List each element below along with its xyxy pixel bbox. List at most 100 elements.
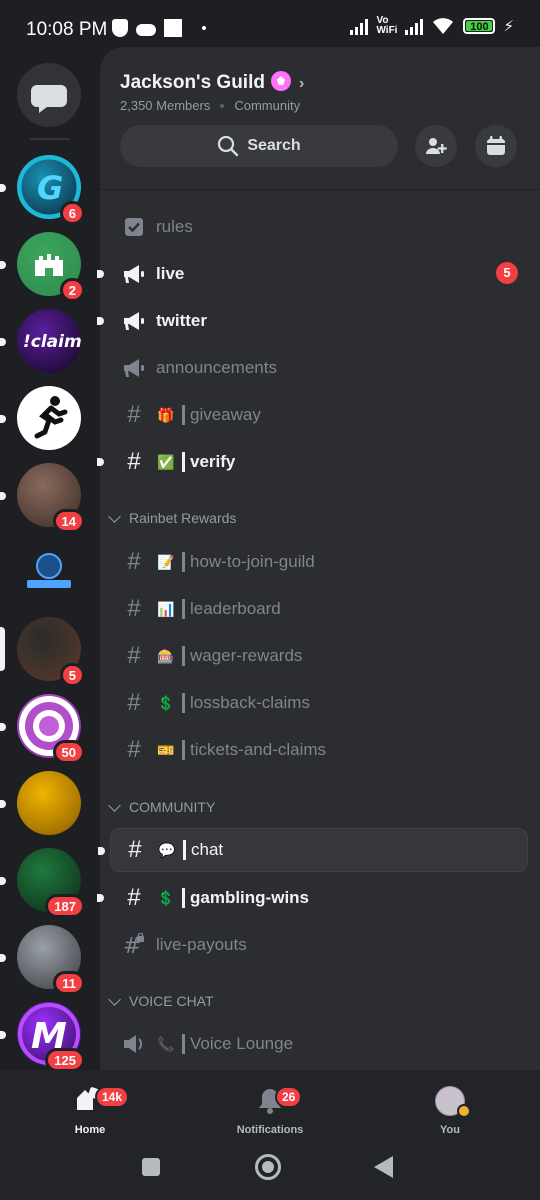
announcement-icon bbox=[122, 262, 146, 286]
tab-notifications[interactable]: 26 Notifications bbox=[210, 1084, 330, 1136]
server-icon-server-sunmeaw[interactable] bbox=[17, 540, 81, 604]
server-indicator-pill bbox=[0, 723, 6, 731]
tab-home[interactable]: 14k Home bbox=[30, 1084, 150, 1136]
slot-machine-emoji: 🎰 bbox=[157, 647, 175, 664]
channel-lossback-claims[interactable]: # 💲 lossback-claims bbox=[110, 681, 528, 725]
server-indicator-pill bbox=[0, 261, 6, 269]
category-rainbet-rewards[interactable]: Rainbet Rewards bbox=[100, 505, 540, 531]
server-icon-server-jackson[interactable]: 5 bbox=[0, 617, 85, 687]
recent-apps-button[interactable] bbox=[142, 1158, 160, 1176]
memo-emoji: 📝 bbox=[157, 553, 175, 570]
channel-live-payouts[interactable]: # live-payouts bbox=[110, 923, 528, 967]
hash-icon: # bbox=[127, 448, 141, 475]
chevron-down-icon bbox=[108, 992, 121, 1006]
ticket-emoji: 🎫 bbox=[157, 741, 175, 758]
guild-meta: 2,350 Members Community bbox=[120, 98, 300, 113]
channel-tickets-and-claims[interactable]: # 🎫 tickets-and-claims bbox=[110, 728, 528, 772]
channel-announcements[interactable]: announcements bbox=[110, 346, 528, 390]
server-icon-server-m[interactable]: M 125 bbox=[0, 1002, 85, 1072]
unread-indicator bbox=[97, 317, 104, 325]
server-icon-server-g[interactable]: G6 bbox=[0, 155, 85, 225]
bottom-navigation: 14k Home 26 Notifications You bbox=[0, 1070, 540, 1200]
speaker-icon bbox=[122, 1032, 146, 1056]
direct-messages-button[interactable] bbox=[17, 63, 81, 127]
vowifi-label: Vo WiFi bbox=[376, 15, 398, 36]
channel-chat[interactable]: # 💬 chat bbox=[98, 828, 528, 872]
guild-type: Community bbox=[234, 98, 301, 113]
announcement-icon bbox=[122, 356, 146, 380]
channel-rules[interactable]: rules bbox=[110, 205, 528, 249]
category-voice-chat[interactable]: VOICE CHAT bbox=[100, 988, 540, 1014]
search-icon bbox=[218, 135, 239, 157]
svg-text:G: G bbox=[37, 169, 63, 207]
server-indicator-pill bbox=[0, 800, 6, 808]
battery-icon: 100 bbox=[463, 18, 496, 34]
hash-icon: # bbox=[127, 548, 141, 575]
chevron-down-icon bbox=[108, 509, 121, 523]
category-community[interactable]: COMMUNITY bbox=[100, 794, 540, 820]
server-icon-server-green[interactable]: 187 bbox=[0, 848, 85, 918]
tab-notifications-label: Notifications bbox=[236, 1124, 304, 1136]
member-count: 2,350 Members bbox=[120, 98, 211, 113]
server-indicator-pill bbox=[0, 627, 5, 671]
tab-home-label: Home bbox=[74, 1124, 106, 1136]
channel-twitter[interactable]: twitter bbox=[97, 299, 528, 343]
server-icon-server-face[interactable]: 14 bbox=[0, 463, 85, 533]
hash-icon: # bbox=[127, 689, 141, 716]
home-badge: 14k bbox=[95, 1086, 130, 1108]
server-mention-badge: 2 bbox=[59, 278, 85, 302]
channel-wager-rewards[interactable]: # 🎰 wager-rewards bbox=[110, 634, 528, 678]
locked-hash-icon: # bbox=[122, 933, 146, 957]
chart-emoji: 📊 bbox=[157, 600, 175, 617]
system-home-button[interactable] bbox=[255, 1154, 281, 1180]
guild-header[interactable]: Jackson's Guild › bbox=[120, 71, 304, 94]
wifi-icon bbox=[433, 18, 454, 34]
notifications-badge: 26 bbox=[275, 1086, 303, 1108]
hash-icon: # bbox=[127, 595, 141, 622]
server-icon-server-ring[interactable]: 50 bbox=[0, 694, 85, 764]
hash-icon: # bbox=[127, 642, 141, 669]
charging-bolt-icon: ⚡ bbox=[503, 18, 514, 35]
server-indicator-pill bbox=[0, 184, 6, 192]
server-mention-badge: 5 bbox=[59, 663, 85, 687]
add-member-icon bbox=[426, 138, 447, 154]
hash-icon: # bbox=[127, 401, 141, 428]
guild-panel: Jackson's Guild › 2,350 Members Community… bbox=[97, 47, 540, 1070]
server-indicator-pill bbox=[0, 415, 6, 423]
hash-icon: # bbox=[127, 736, 141, 763]
hash-icon: # bbox=[128, 836, 142, 863]
server-icon-server-iclaim[interactable]: !claim bbox=[0, 309, 81, 373]
channel-live[interactable]: live 5 bbox=[97, 252, 528, 296]
server-rail: G 6 2 !claim 14 5 50 187 11 M 125 bbox=[0, 60, 100, 1072]
invite-members-button[interactable] bbox=[415, 125, 457, 167]
server-mention-badge: 125 bbox=[45, 1048, 85, 1072]
status-time: 10:08 PM bbox=[26, 19, 108, 40]
server-indicator-pill bbox=[0, 954, 6, 962]
search-button[interactable]: Search bbox=[120, 125, 398, 167]
phone-emoji: 📞 bbox=[157, 1035, 175, 1052]
channel-verify[interactable]: # ✅ verify bbox=[97, 440, 528, 484]
server-icon-server-castle[interactable]: 2 bbox=[0, 232, 85, 302]
server-indicator-pill bbox=[0, 877, 6, 885]
server-icon-server-runner[interactable] bbox=[0, 386, 81, 450]
tab-you[interactable]: You bbox=[390, 1084, 510, 1136]
system-back-button[interactable] bbox=[374, 1156, 393, 1178]
channel-gambling-wins[interactable]: # 💲 gambling-wins bbox=[97, 876, 528, 920]
channel-voice-lounge[interactable]: 📞 Voice Lounge bbox=[110, 1022, 528, 1066]
mention-badge: 5 bbox=[496, 262, 518, 284]
chevron-right-icon: › bbox=[298, 75, 305, 92]
boost-icon bbox=[270, 71, 291, 91]
server-icon-server-gold[interactable] bbox=[0, 771, 81, 835]
dollar-emoji: 💲 bbox=[157, 694, 175, 711]
channel-how-to-join-guild[interactable]: # 📝 how-to-join-guild bbox=[110, 540, 528, 584]
unread-indicator bbox=[98, 847, 105, 855]
hash-icon: # bbox=[127, 884, 141, 911]
channel-leaderboard[interactable]: # 📊 leaderboard bbox=[110, 587, 528, 631]
signal-2-icon bbox=[405, 17, 424, 35]
more-notifications-dot-icon bbox=[202, 26, 206, 30]
server-icon-server-guy[interactable]: 11 bbox=[0, 925, 85, 995]
channel-giveaway[interactable]: # 🎁 giveaway bbox=[110, 393, 528, 437]
rail-separator bbox=[30, 138, 70, 140]
server-mention-badge: 14 bbox=[52, 509, 85, 533]
events-button[interactable] bbox=[475, 125, 517, 167]
